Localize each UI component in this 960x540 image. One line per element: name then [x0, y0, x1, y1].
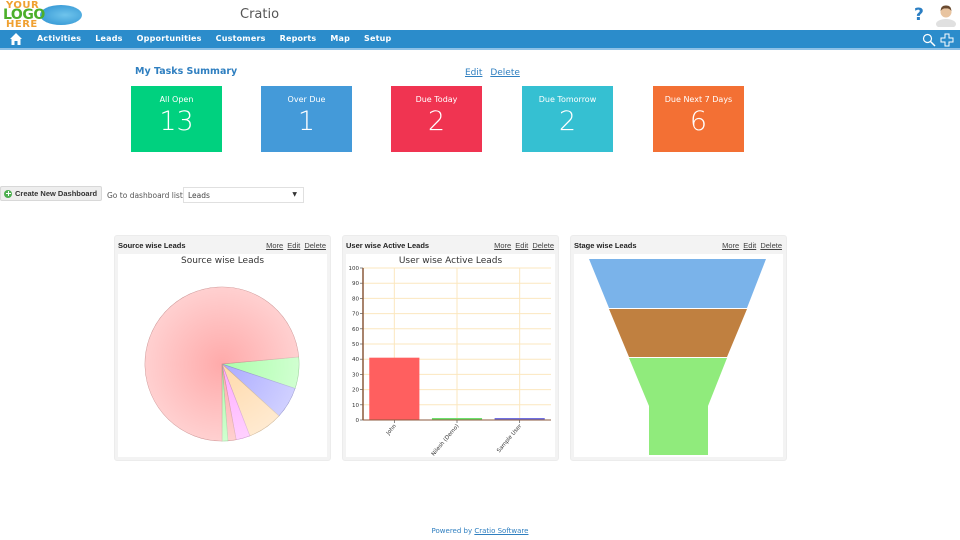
bar-chart: 0 10 20 30 40 50 60 70 80 90 100 John Nilesh (Demo) S…: [349, 266, 551, 457]
y-tick-label: 0: [356, 418, 360, 424]
tile-label: All Open: [159, 95, 194, 104]
pie-chart: [144, 286, 300, 442]
more-link[interactable]: More: [494, 241, 511, 250]
top-bar: YOUR LOGO HERE Cratio ?: [0, 0, 960, 30]
y-tick-label: 80: [352, 296, 359, 302]
x-tick-label: John: [385, 423, 398, 437]
tile-due-next-7-days[interactable]: Due Next 7 Days 6: [653, 86, 744, 152]
tasks-summary-title: My Tasks Summary: [135, 66, 238, 77]
tasks-delete-link[interactable]: Delete: [490, 68, 520, 78]
panel-header: Stage wise Leads: [574, 241, 637, 250]
footer-prefix: Powered by: [431, 527, 473, 535]
edit-link[interactable]: Edit: [287, 241, 300, 250]
nav-item-opportunities[interactable]: Opportunities: [137, 34, 202, 43]
create-dashboard-label: Create New Dashboard: [15, 189, 98, 198]
y-tick-label: 40: [352, 357, 359, 363]
panel-header: User wise Active Leads: [346, 241, 430, 250]
tile-label: Over Due: [287, 95, 326, 104]
footer: Powered by Cratio Software: [0, 527, 960, 535]
logo-line3: HERE: [6, 19, 38, 30]
goto-dashboard-label: Go to dashboard list: [107, 191, 183, 200]
nav-item-activities[interactable]: Activities: [37, 34, 81, 43]
tile-value: 1: [297, 106, 316, 137]
nav-item-leads[interactable]: Leads: [95, 34, 122, 43]
panel-header: Source wise Leads: [118, 241, 186, 250]
search-icon[interactable]: [922, 33, 936, 47]
nav-item-reports[interactable]: Reports: [280, 34, 317, 43]
edit-link[interactable]: Edit: [515, 241, 528, 250]
y-tick-label: 100: [349, 266, 360, 272]
x-tick-label: Nilesh (Demo): [431, 423, 461, 457]
dashboard-select-value: Leads: [188, 191, 210, 200]
tile-all-open[interactable]: All Open 13: [131, 86, 222, 152]
tile-over-due[interactable]: Over Due 1: [261, 86, 352, 152]
user-avatar-icon[interactable]: [935, 3, 957, 27]
company-logo[interactable]: YOUR LOGO HERE: [2, 1, 82, 30]
y-tick-label: 50: [352, 342, 359, 348]
tasks-edit-link[interactable]: Edit: [465, 68, 482, 78]
panel-actions: More Edit Delete: [720, 241, 782, 250]
delete-link[interactable]: Delete: [532, 241, 554, 250]
footer-link[interactable]: Cratio Software: [474, 527, 528, 535]
y-tick-label: 20: [352, 388, 359, 394]
funnel-stage[interactable]: [609, 309, 747, 357]
y-tick-label: 70: [352, 312, 359, 318]
tile-value: 6: [689, 106, 708, 137]
tile-label: Due Tomorrow: [538, 95, 597, 104]
funnel-chart: [589, 259, 766, 455]
x-tick-label: Sample User: [496, 423, 524, 454]
y-tick-label: 30: [352, 372, 359, 378]
tile-value: 2: [558, 106, 577, 137]
more-link[interactable]: More: [722, 241, 739, 250]
panel-body: User wise Active Leads 0 10 20 30 40 50 60 70 80…: [346, 254, 555, 457]
funnel-stage[interactable]: [629, 358, 727, 455]
app-title: Cratio: [240, 7, 280, 22]
logo-oval: [40, 5, 82, 25]
y-tick-label: 60: [352, 327, 359, 333]
more-link[interactable]: More: [266, 241, 283, 250]
add-circle-icon: [4, 189, 12, 198]
dashboard-select[interactable]: Leads ▼: [183, 187, 304, 203]
panel-actions: More Edit Delete: [492, 241, 554, 250]
tile-due-tomorrow[interactable]: Due Tomorrow 2: [522, 86, 613, 152]
help-icon[interactable]: ?: [914, 5, 924, 25]
nav-item-setup[interactable]: Setup: [364, 34, 391, 43]
main-nav: Activities Leads Opportunities Customers…: [0, 30, 960, 50]
delete-link[interactable]: Delete: [304, 241, 326, 250]
nav-item-customers[interactable]: Customers: [216, 34, 266, 43]
panel-user-wise-active-leads: User wise Active Leads More Edit Delete …: [342, 235, 559, 461]
nav-item-map[interactable]: Map: [330, 34, 350, 43]
chart-title: Source wise Leads: [180, 256, 265, 266]
chart-title: User wise Active Leads: [398, 256, 503, 266]
panel-body: Source wise Leads: [118, 254, 327, 457]
plus-icon[interactable]: [940, 33, 954, 47]
chevron-down-icon: ▼: [292, 191, 297, 198]
nav-items: Activities Leads Opportunities Customers…: [37, 34, 405, 43]
panel-stage-wise-leads: Stage wise Leads More Edit Delete: [570, 235, 787, 461]
tile-value: 13: [159, 106, 194, 137]
tile-value: 2: [427, 106, 446, 137]
funnel-stage[interactable]: [589, 259, 766, 308]
panel-actions: More Edit Delete: [264, 241, 326, 250]
home-icon[interactable]: [9, 32, 23, 46]
create-dashboard-button[interactable]: Create New Dashboard: [0, 186, 103, 201]
tile-label: Due Next 7 Days: [664, 95, 733, 104]
panel-source-wise-leads: Source wise Leads More Edit Delete Sourc…: [114, 235, 331, 461]
tasks-actions: Edit Delete: [465, 68, 525, 78]
y-tick-label: 10: [352, 403, 359, 409]
edit-link[interactable]: Edit: [743, 241, 756, 250]
bar[interactable]: [369, 357, 420, 420]
tile-due-today[interactable]: Due Today 2: [391, 86, 482, 152]
y-tick-label: 90: [352, 281, 359, 287]
panel-body: [574, 254, 783, 457]
delete-link[interactable]: Delete: [760, 241, 782, 250]
tile-label: Due Today: [415, 95, 458, 104]
